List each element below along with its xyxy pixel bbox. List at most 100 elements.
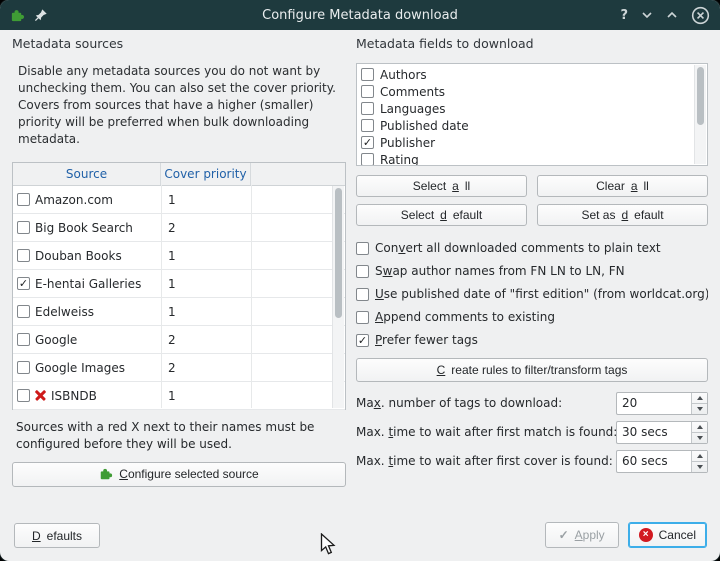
list-item[interactable]: Publisher: [357, 134, 707, 151]
field-checkbox[interactable]: [361, 153, 374, 166]
spin-up-button[interactable]: [692, 451, 707, 461]
option-swap-author-names[interactable]: Swap author names from FN LN to LN, FN: [356, 264, 708, 278]
cover-priority-value[interactable]: 2: [161, 361, 251, 375]
select-all-button[interactable]: Select all: [356, 175, 527, 197]
configure-selected-source-button[interactable]: Configure selected source: [12, 462, 346, 487]
table-row[interactable]: Big Book Search 2: [13, 214, 345, 242]
table-row[interactable]: Google 2: [13, 326, 345, 354]
option-checkbox[interactable]: [356, 334, 369, 347]
configure-selected-source-label: Configure selected source: [119, 467, 258, 481]
metadata-sources-group: Metadata sources Disable any metadata so…: [12, 36, 346, 487]
fields-list-scrollbar[interactable]: [694, 65, 706, 164]
sources-table-header: Source Cover priority: [13, 163, 345, 186]
field-checkbox[interactable]: [361, 102, 374, 115]
spin-up-button[interactable]: [692, 422, 707, 432]
list-item[interactable]: Published date: [357, 117, 707, 134]
source-name: Google: [35, 333, 77, 347]
help-button[interactable]: ?: [620, 8, 628, 23]
source-checkbox[interactable]: [17, 221, 30, 234]
field-checkbox[interactable]: [361, 85, 374, 98]
option-label: Swap author names from FN LN to LN, FN: [375, 264, 625, 278]
cancel-label: Cancel: [659, 528, 696, 542]
titlebar[interactable]: Configure Metadata download ?: [0, 0, 720, 30]
option-convert-comments[interactable]: Convert all downloaded comments to plain…: [356, 241, 708, 255]
create-rules-button[interactable]: Create rules to filter/transform tags: [356, 358, 708, 382]
red-x-circle-icon: ×: [639, 528, 653, 542]
table-row[interactable]: ISBNDB 1: [13, 382, 345, 410]
field-checkbox[interactable]: [361, 119, 374, 132]
chevron-down-icon[interactable]: [641, 11, 653, 19]
error-x-icon: [35, 390, 46, 401]
spin-down-button[interactable]: [692, 432, 707, 443]
pin-icon[interactable]: [34, 8, 48, 22]
source-checkbox[interactable]: [17, 389, 30, 402]
cover-priority-value[interactable]: 1: [161, 277, 251, 291]
column-divider: [161, 185, 162, 408]
source-checkbox[interactable]: [17, 193, 30, 206]
scrollbar-thumb[interactable]: [335, 188, 342, 318]
option-checkbox[interactable]: [356, 242, 369, 255]
table-row[interactable]: Douban Books 1: [13, 242, 345, 270]
max-match-wait-spinbox[interactable]: 30 secs: [616, 421, 708, 444]
close-button[interactable]: [691, 6, 710, 25]
set-as-default-button[interactable]: Set as default: [537, 204, 708, 226]
source-name: Google Images: [35, 361, 125, 375]
spin-down-button[interactable]: [692, 403, 707, 414]
field-label: Rating: [380, 153, 419, 167]
source-checkbox[interactable]: [17, 333, 30, 346]
column-header-source[interactable]: Source: [13, 163, 161, 185]
configure-metadata-dialog: Configure Metadata download ? Metadata s…: [0, 0, 720, 561]
check-icon: ✓: [559, 528, 569, 542]
list-item[interactable]: Comments: [357, 83, 707, 100]
cover-priority-value[interactable]: 2: [161, 221, 251, 235]
option-checkbox[interactable]: [356, 288, 369, 301]
window-title: Configure Metadata download: [0, 8, 720, 23]
spin-value[interactable]: 20: [617, 393, 691, 414]
option-checkbox[interactable]: [356, 311, 369, 324]
spin-value[interactable]: 30 secs: [617, 422, 691, 443]
max-cover-wait-spinbox[interactable]: 60 secs: [616, 450, 708, 473]
cover-priority-value[interactable]: 1: [161, 389, 251, 403]
list-item[interactable]: Rating: [357, 151, 707, 166]
sources-table[interactable]: Source Cover priority Amazon.com 1 Big B…: [12, 162, 346, 410]
table-row[interactable]: E-hentai Galleries 1: [13, 270, 345, 298]
max-match-wait-label: Max. time to wait after first match is f…: [356, 425, 616, 439]
defaults-button[interactable]: Defaults: [14, 523, 100, 548]
column-header-cover-priority[interactable]: Cover priority: [161, 163, 251, 185]
option-checkbox[interactable]: [356, 265, 369, 278]
table-row[interactable]: Amazon.com 1: [13, 186, 345, 214]
fields-group-title: Metadata fields to download: [356, 36, 708, 51]
table-row[interactable]: Edelweiss 1: [13, 298, 345, 326]
sources-table-scrollbar[interactable]: [332, 186, 344, 408]
spin-up-button[interactable]: [692, 393, 707, 403]
table-row[interactable]: Google Images 2: [13, 354, 345, 382]
field-checkbox[interactable]: [361, 68, 374, 81]
cover-priority-value[interactable]: 1: [161, 193, 251, 207]
select-default-button[interactable]: Select default: [356, 204, 527, 226]
option-use-first-edition-date[interactable]: Use published date of "first edition" (f…: [356, 287, 708, 301]
spin-value[interactable]: 60 secs: [617, 451, 691, 472]
list-item[interactable]: Languages: [357, 100, 707, 117]
source-name: Douban Books: [35, 249, 122, 263]
spin-down-button[interactable]: [692, 461, 707, 472]
max-tags-spinbox[interactable]: 20: [616, 392, 708, 415]
cover-priority-value[interactable]: 1: [161, 249, 251, 263]
source-checkbox[interactable]: [17, 361, 30, 374]
cancel-button[interactable]: × Cancel: [628, 522, 707, 548]
scrollbar-thumb[interactable]: [697, 67, 704, 125]
chevron-up-icon[interactable]: [666, 11, 678, 19]
source-checkbox[interactable]: [17, 249, 30, 262]
metadata-fields-group: Metadata fields to download Authors Comm…: [356, 36, 708, 473]
fields-list[interactable]: Authors Comments Languages Published dat…: [356, 63, 708, 166]
cover-priority-value[interactable]: 1: [161, 305, 251, 319]
cover-priority-value[interactable]: 2: [161, 333, 251, 347]
source-checkbox[interactable]: [17, 277, 30, 290]
apply-button[interactable]: ✓ Apply: [545, 522, 619, 548]
option-prefer-fewer-tags[interactable]: Prefer fewer tags: [356, 333, 708, 347]
option-append-comments[interactable]: Append comments to existing: [356, 310, 708, 324]
list-item[interactable]: Authors: [357, 66, 707, 83]
clear-all-button[interactable]: Clear all: [537, 175, 708, 197]
source-checkbox[interactable]: [17, 305, 30, 318]
red-x-note: Sources with a red X next to their names…: [16, 419, 344, 453]
field-checkbox[interactable]: [361, 136, 374, 149]
